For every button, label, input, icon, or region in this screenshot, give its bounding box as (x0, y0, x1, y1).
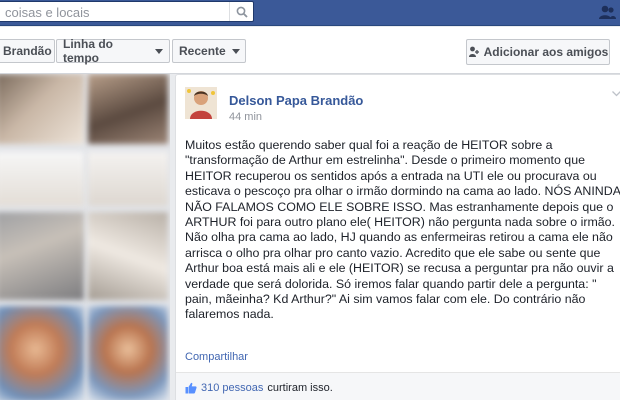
photo-thumbnail[interactable] (88, 74, 168, 144)
search-icon (236, 6, 248, 18)
caret-down-icon (231, 48, 240, 54)
post-author-link[interactable]: Delson Papa Brandão (229, 93, 363, 108)
likes-summary: 310 pessoas curtiram isso. (185, 382, 333, 394)
add-friend-button[interactable]: Adicionar aos amigos (466, 39, 610, 65)
add-friend-label: Adicionar aos amigos (483, 45, 609, 59)
photo-thumbnail[interactable] (0, 306, 84, 400)
search-input[interactable] (5, 4, 225, 20)
profile-name-label: Brandão (3, 44, 52, 58)
timeline-label: Linha do tempo (63, 37, 113, 65)
share-link[interactable]: Compartilhar (185, 351, 248, 363)
likes-suffix: curtiram isso. (267, 382, 333, 394)
photo-thumbnail[interactable] (88, 212, 168, 300)
photo-thumbnail[interactable] (0, 212, 84, 300)
profile-nav-bar: Brandão Linha do tempo Recente Adicionar… (0, 27, 620, 74)
search-button[interactable] (229, 2, 253, 21)
recent-dropdown[interactable]: Recente (172, 39, 246, 63)
friend-requests-icon[interactable] (598, 3, 616, 21)
post-timestamp[interactable]: 44 min (229, 111, 262, 123)
photo-grid (0, 74, 170, 400)
thumbs-up-icon (185, 382, 197, 394)
avatar-image (185, 87, 217, 119)
search-box (0, 1, 254, 22)
author-avatar[interactable] (185, 87, 217, 119)
chevron-down-icon[interactable] (612, 91, 620, 97)
top-bar (0, 0, 620, 26)
post-card: Delson Papa Brandão 44 min Muitos estão … (175, 74, 620, 400)
recent-label: Recente (179, 44, 226, 58)
timeline-dropdown[interactable]: Linha do tempo (56, 37, 170, 65)
photo-thumbnail[interactable] (88, 306, 168, 400)
likes-count-link[interactable]: 310 pessoas (201, 382, 263, 394)
photo-thumbnail[interactable] (0, 152, 84, 206)
caret-down-icon (155, 48, 163, 54)
photo-thumbnail[interactable] (88, 152, 168, 206)
post-body-text: Muitos estão querendo saber qual foi a r… (185, 138, 620, 322)
profile-name-button[interactable]: Brandão (0, 39, 55, 63)
post-footer: 310 pessoas curtiram isso. (176, 372, 620, 400)
add-friend-icon (468, 46, 479, 57)
photo-thumbnail[interactable] (0, 74, 84, 144)
